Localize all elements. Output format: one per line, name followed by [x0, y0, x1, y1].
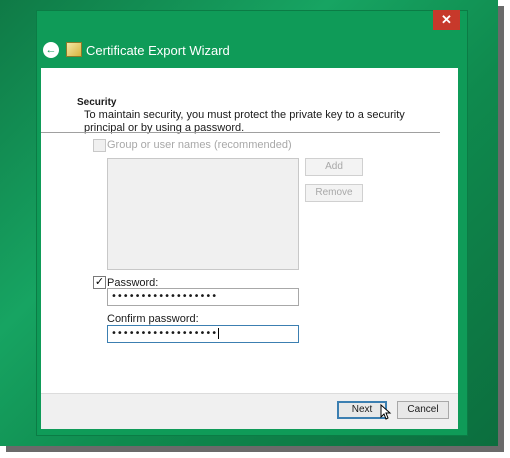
wizard-footer: [41, 393, 458, 429]
password-checkbox[interactable]: ✓: [93, 276, 106, 289]
window-title: Certificate Export Wizard: [86, 43, 230, 58]
mouse-pointer-icon: [380, 404, 392, 420]
confirm-password-field[interactable]: ••••••••••••••••••: [107, 325, 299, 343]
back-arrow-icon[interactable]: ←: [43, 42, 59, 58]
window-shadow: [498, 6, 504, 450]
close-icon: ✕: [441, 12, 452, 27]
header-divider: [41, 132, 440, 133]
text-caret: [218, 327, 220, 339]
group-checkbox-label: Group or user names (recommended): [107, 139, 292, 151]
cancel-button[interactable]: Cancel: [397, 401, 449, 419]
remove-button[interactable]: Remove: [305, 184, 363, 202]
group-checkbox[interactable]: [93, 139, 106, 152]
password-field[interactable]: ••••••••••••••••••: [107, 288, 299, 306]
confirm-password-label: Confirm password:: [107, 313, 199, 325]
window-shadow-bottom: [6, 446, 504, 452]
password-value: ••••••••••••••••••: [111, 291, 218, 302]
confirm-password-value: ••••••••••••••••••: [111, 328, 218, 339]
add-button[interactable]: Add: [305, 158, 363, 176]
section-title: Security: [77, 97, 117, 108]
certificate-icon: [66, 42, 82, 57]
close-button[interactable]: ✕: [433, 10, 460, 30]
user-names-list[interactable]: [107, 158, 299, 270]
